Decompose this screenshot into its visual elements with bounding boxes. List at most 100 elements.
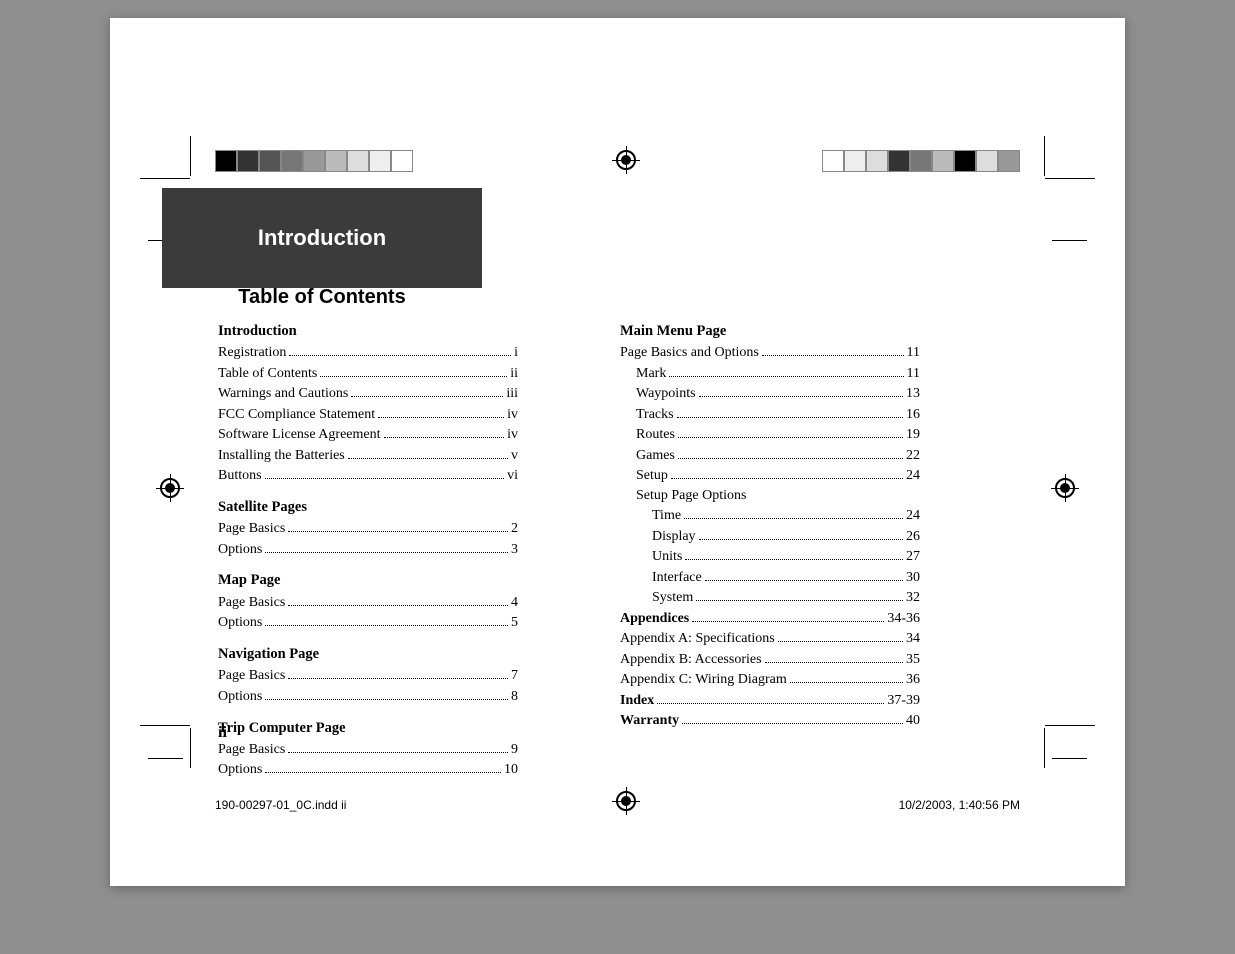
- toc-subheading: Setup Page Options: [620, 487, 920, 506]
- toc-leader: [320, 364, 507, 377]
- toc-page: 3: [511, 541, 518, 560]
- toc-page: 24: [906, 507, 920, 526]
- toc-section-heading: Introduction: [218, 322, 518, 342]
- crop-mark: [1044, 728, 1045, 768]
- toc-label: Tracks: [636, 406, 674, 425]
- print-sheet: Introduction Table of Contents Introduct…: [110, 18, 1125, 886]
- crop-mark: [1044, 136, 1045, 176]
- toc-label: Page Basics: [218, 520, 285, 539]
- crop-mark: [140, 178, 190, 179]
- crop-mark: [1045, 725, 1095, 726]
- toc-page: 16: [906, 406, 920, 425]
- toc-entry: Units27: [620, 548, 920, 567]
- toc-label: Options: [218, 614, 262, 633]
- toc-label: Page Basics: [218, 741, 285, 760]
- print-footer: 190-00297-01_0C.indd ii 10/2/2003, 1:40:…: [215, 798, 1020, 812]
- page-title: Table of Contents: [162, 286, 482, 309]
- toc-leader: [657, 691, 884, 704]
- toc-leader: [348, 446, 508, 459]
- toc-label: System: [652, 589, 693, 608]
- footer-timestamp: 10/2/2003, 1:40:56 PM: [899, 798, 1020, 812]
- toc-page: 36: [906, 671, 920, 690]
- toc-leader: [288, 520, 508, 533]
- toc-leader: [669, 364, 903, 377]
- toc-label: Setup: [636, 467, 668, 486]
- toc-entry: Appendix C: Wiring Diagram36: [620, 671, 920, 690]
- toc-label: Page Basics: [218, 667, 285, 686]
- toc-page: iv: [507, 406, 518, 425]
- toc-label: Registration: [218, 344, 286, 363]
- toc-page: 13: [906, 385, 920, 404]
- toc-label: Warnings and Cautions: [218, 385, 348, 404]
- toc-label: Waypoints: [636, 385, 696, 404]
- toc-label: Installing the Batteries: [218, 447, 345, 466]
- toc-entry: Options8: [218, 687, 518, 706]
- crop-mark: [148, 758, 183, 759]
- toc-leader: [692, 609, 884, 622]
- toc-page: 26: [906, 528, 920, 547]
- toc-leader: [705, 568, 903, 581]
- toc-entry: Registrationi: [218, 344, 518, 363]
- toc-entry: Time 24: [620, 507, 920, 526]
- toc-leader: [682, 712, 903, 725]
- toc-section-heading: Navigation Page: [218, 645, 518, 665]
- toc-label: Time: [652, 507, 681, 526]
- toc-entry: Table of Contents ii: [218, 364, 518, 383]
- toc-label: Display: [652, 528, 696, 547]
- toc-entry: System 32: [620, 589, 920, 608]
- toc-section-heading: Satellite Pages: [218, 498, 518, 518]
- toc-entry: Page Basics2: [218, 520, 518, 539]
- toc-page: iv: [507, 426, 518, 445]
- toc-page: 11: [907, 365, 920, 384]
- toc-leader: [289, 344, 511, 357]
- toc-page: 8: [511, 688, 518, 707]
- toc-page: iii: [506, 385, 518, 404]
- toc-page: ii: [510, 365, 518, 384]
- toc-entry: Appendix A: Specifications34: [620, 630, 920, 649]
- crop-mark: [190, 728, 191, 768]
- toc-label: Page Basics: [218, 594, 285, 613]
- toc-label: Appendix B: Accessories: [620, 651, 762, 670]
- toc-label: Table of Contents: [218, 365, 317, 384]
- toc-label: Options: [218, 541, 262, 560]
- chapter-header: Introduction: [162, 188, 482, 288]
- toc-page: vi: [507, 467, 518, 486]
- toc-leader: [765, 650, 903, 663]
- toc-label: Interface: [652, 569, 702, 588]
- toc-leader: [790, 671, 903, 684]
- toc-page: 32: [906, 589, 920, 608]
- toc-label: Software License Agreement: [218, 426, 381, 445]
- footer-file: 190-00297-01_0C.indd ii: [215, 798, 346, 812]
- toc-leader: [351, 385, 503, 398]
- toc-page: 37-39: [887, 692, 920, 711]
- toc-page: 34-36: [887, 610, 920, 629]
- toc-right-column: Main Menu PagePage Basics and Options11M…: [620, 322, 920, 732]
- toc-entry: Software License Agreement iv: [218, 426, 518, 445]
- toc-entry: FCC Compliance Statementiv: [218, 405, 518, 424]
- toc-entry: Installing the Batteries v: [218, 446, 518, 465]
- toc-label: Warranty: [620, 712, 679, 731]
- toc-entry: Index 37-39: [620, 691, 920, 710]
- toc-page: 11: [907, 344, 920, 363]
- toc-page: 22: [906, 447, 920, 466]
- toc-entry: Tracks 16: [620, 405, 920, 424]
- toc-page: 9: [511, 741, 518, 760]
- toc-page: 27: [906, 548, 920, 567]
- toc-leader: [265, 466, 505, 479]
- toc-label: Index: [620, 692, 654, 711]
- toc-leader: [778, 630, 903, 643]
- toc-page: v: [511, 447, 518, 466]
- page-number: ii: [218, 724, 227, 742]
- toc-page: 30: [906, 569, 920, 588]
- toc-leader: [677, 405, 903, 418]
- toc-entry: Buttons vi: [218, 466, 518, 485]
- toc-label: Mark: [636, 365, 666, 384]
- toc-entry: Page Basics 9: [218, 740, 518, 759]
- registration-target-icon: [160, 478, 180, 498]
- toc-leader: [696, 589, 903, 602]
- crop-mark: [1052, 758, 1087, 759]
- color-bar: [822, 150, 1020, 172]
- toc-entry: Routes19: [620, 426, 920, 445]
- crop-mark: [140, 725, 190, 726]
- toc-label: Buttons: [218, 467, 262, 486]
